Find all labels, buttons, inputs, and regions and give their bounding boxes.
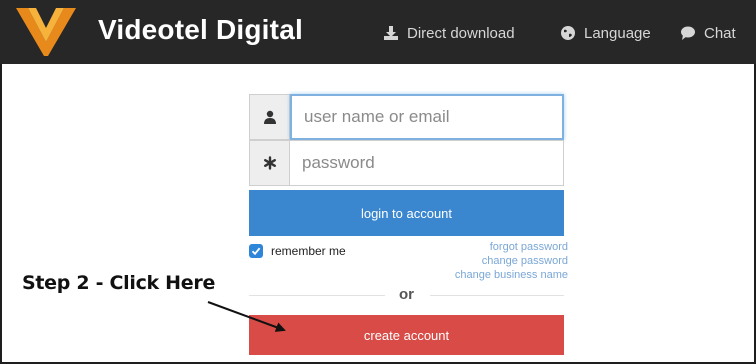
user-icon bbox=[263, 110, 276, 124]
nav-language[interactable]: Language bbox=[560, 22, 651, 44]
globe-icon bbox=[561, 26, 575, 40]
nav-chat-label: Chat bbox=[704, 24, 736, 42]
forgot-password-link[interactable]: forgot password bbox=[455, 240, 568, 254]
checkmark-icon bbox=[251, 247, 261, 256]
nav-direct-download[interactable]: Direct download bbox=[383, 22, 515, 44]
password-field-group bbox=[249, 140, 564, 186]
change-password-link[interactable]: change password bbox=[455, 254, 568, 268]
or-divider-text: or bbox=[399, 286, 414, 303]
username-addon bbox=[249, 94, 290, 140]
nav-download-label: Direct download bbox=[407, 24, 515, 42]
account-links: forgot password change password change b… bbox=[455, 240, 568, 282]
download-icon bbox=[384, 26, 398, 40]
asterisk-icon bbox=[263, 156, 276, 170]
change-business-name-link[interactable]: change business name bbox=[455, 268, 568, 282]
videotel-logo bbox=[16, 8, 76, 56]
username-input[interactable] bbox=[290, 94, 564, 140]
remember-me: remember me bbox=[249, 244, 346, 258]
password-addon bbox=[249, 140, 290, 186]
divider-left bbox=[249, 295, 385, 296]
top-navigation-bar: Videotel Digital Direct download Languag… bbox=[0, 0, 756, 64]
divider-right bbox=[430, 295, 564, 296]
password-input[interactable] bbox=[290, 140, 564, 186]
chat-bubble-icon bbox=[681, 26, 695, 40]
create-account-button[interactable]: create account bbox=[249, 315, 564, 355]
nav-chat[interactable]: Chat bbox=[680, 22, 736, 44]
username-field-group bbox=[249, 94, 564, 140]
nav-language-label: Language bbox=[584, 24, 651, 42]
brand-name[interactable]: Videotel Digital bbox=[98, 14, 303, 46]
remember-me-label: remember me bbox=[271, 244, 346, 258]
remember-me-checkbox[interactable] bbox=[249, 244, 263, 258]
step-2-annotation: Step 2 - Click Here bbox=[22, 272, 216, 294]
login-button[interactable]: login to account bbox=[249, 190, 564, 236]
